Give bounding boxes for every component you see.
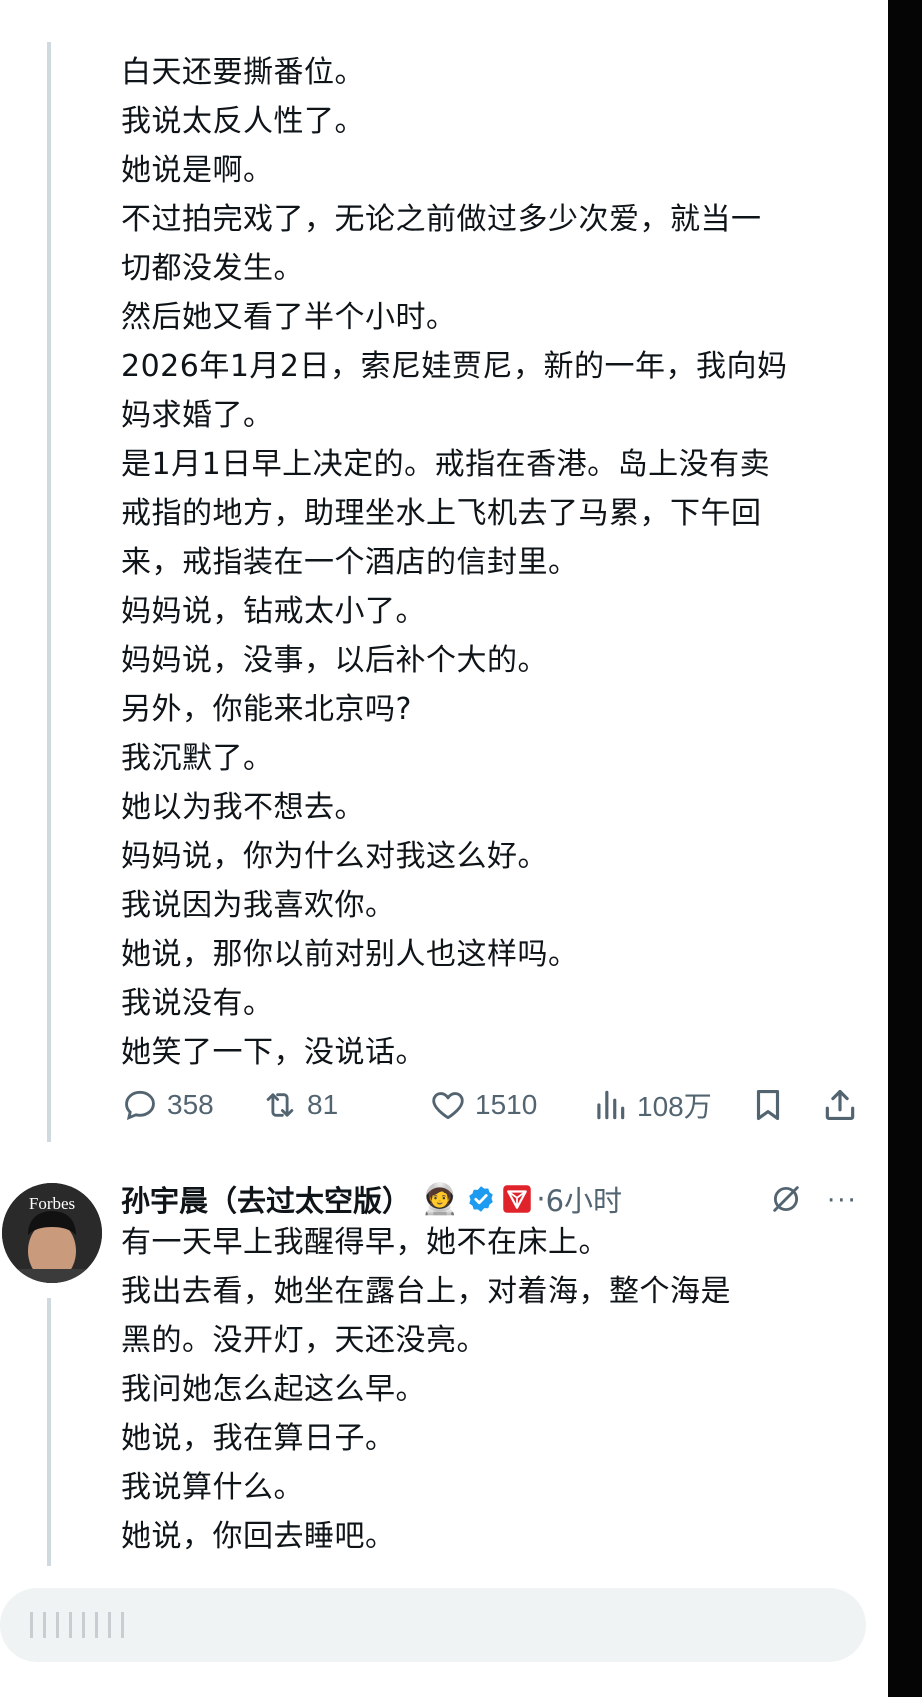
post-text-line: 我说太反人性了。 <box>121 104 365 139</box>
post-text-line: 然后她又看了半个小时。 <box>121 300 457 335</box>
more-options-icon[interactable]: ··· <box>827 1186 858 1216</box>
reply-text-line: 我出去看，她坐在露台上，对着海，整个海是 <box>121 1274 731 1309</box>
avatar-image: Forbes <box>2 1183 102 1283</box>
avatar-logo-text: Forbes <box>29 1194 75 1213</box>
reply-text-line: 她说，你回去睡吧。 <box>121 1519 396 1554</box>
reply-placeholder <box>30 1604 162 1644</box>
post-text-line: 妈妈说，钻戒太小了。 <box>121 594 426 629</box>
verified-badge-icon <box>469 1186 494 1212</box>
share-button[interactable] <box>821 1080 867 1130</box>
bookmark-button[interactable] <box>749 1080 795 1130</box>
blurred-placeholder-text <box>30 1609 134 1639</box>
post-text-line: 我说没有。 <box>121 986 274 1021</box>
views-count: 108万 <box>637 1091 712 1122</box>
post-text-line: 她笑了一下，没说话。 <box>121 1035 426 1070</box>
author-name[interactable]: 孙宇晨（去过太空版） <box>121 1178 411 1220</box>
post-text-line: 切都没发生。 <box>121 251 304 286</box>
astronaut-emoji: 🧑‍🚀 <box>421 1181 459 1217</box>
repost-count: 81 <box>307 1089 339 1120</box>
reply-count: 358 <box>167 1089 214 1120</box>
post-text-line: 妈妈说，没事，以后补个大的。 <box>121 643 548 678</box>
post-text-line: 是1月1日早上决定的。戒指在香港。岛上没有卖 <box>121 447 771 482</box>
thread-line <box>47 42 51 1142</box>
post-text-line: 我说因为我喜欢你。 <box>121 888 396 923</box>
affiliate-badge-icon <box>503 1185 532 1213</box>
post-separator: · <box>536 1182 546 1216</box>
like-icon <box>432 1092 464 1120</box>
post-text-line: 不过拍完戏了，无论之前做过多少次爱，就当一 <box>121 202 762 237</box>
post-text-line: 来，戒指装在一个酒店的信封里。 <box>121 545 579 580</box>
post-body: 白天还要撕番位。 我说太反人性了。 她说是啊。不过拍完戏了，无论之前做过多少次爱，就… <box>121 48 871 1077</box>
post-text-line: 另外，你能来北京吗? <box>121 692 412 727</box>
post-text-line: 白天还要撕番位。 <box>121 55 365 90</box>
reply-icon <box>125 1090 155 1121</box>
post-time[interactable]: 6小时 <box>546 1178 622 1220</box>
post-text-line: 戒指的地方，助理坐水上飞机去了马累，下午回 <box>121 496 762 531</box>
post-text-line: 我沉默了。 <box>121 741 274 776</box>
share-icon <box>825 1089 855 1121</box>
like-button[interactable]: 1510 <box>429 1080 537 1130</box>
reply-text-line: 我问她怎么起这么早。 <box>121 1372 426 1407</box>
post-text-line: 她以为我不想去。 <box>121 790 365 825</box>
right-edge-bar <box>888 0 922 1697</box>
reply-text-line: 她说，我在算日子。 <box>121 1421 396 1456</box>
reply-text-line: 黑的。没开灯，天还没亮。 <box>121 1323 487 1358</box>
post-header: 孙宇晨（去过太空版） 🧑‍🚀 · 6小时 ··· <box>121 1174 866 1224</box>
post-text-line: 2026年1月2日，索尼娃贾尼，新的一年，我向妈 <box>121 349 788 384</box>
reply-button[interactable]: 358 <box>121 1080 214 1130</box>
post-text-line: 妈妈说，你为什么对我这么好。 <box>121 839 548 874</box>
repost-icon <box>266 1093 294 1117</box>
reply-text-line: 有一天早上我醒得早，她不在床上。 <box>121 1225 609 1260</box>
post-text-line: 妈求婚了。 <box>121 398 274 433</box>
avatar[interactable]: Forbes <box>2 1183 102 1283</box>
reply-placeholder-text <box>134 1609 162 1639</box>
grok-icon[interactable] <box>769 1182 803 1216</box>
reply-body: 有一天早上我醒得早，她不在床上。我出去看，她坐在露台上，对着海，整个海是 黑的。没… <box>121 1218 871 1561</box>
thread-line-reply <box>47 1298 51 1566</box>
views-button[interactable]: 108万 <box>591 1080 712 1130</box>
post-text-line: 她说，那你以前对别人也这样吗。 <box>121 937 579 972</box>
repost-button[interactable]: 81 <box>261 1080 338 1130</box>
bookmark-icon <box>756 1089 780 1121</box>
reply-input[interactable] <box>0 1588 866 1662</box>
post-text-line: 她说是啊。 <box>121 153 274 188</box>
like-count: 1510 <box>475 1089 538 1120</box>
views-icon <box>597 1090 625 1120</box>
reply-text-line: 我说算什么。 <box>121 1470 304 1505</box>
post-action-bar: 358 81 1510 108万 <box>121 1080 866 1130</box>
